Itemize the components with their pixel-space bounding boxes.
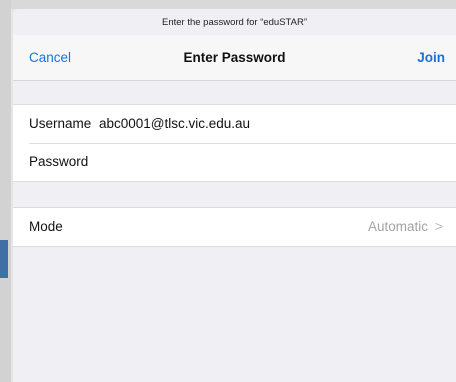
navigation-bar: Cancel Enter Password Join (13, 35, 456, 81)
username-row[interactable]: Username abc0001@tlsc.vic.edu.au (13, 105, 456, 143)
password-prompt: Enter the password for “eduSTAR” (161, 17, 308, 28)
password-label: Password (29, 154, 89, 169)
background-sidebar-strip (0, 0, 11, 382)
mode-row[interactable]: Mode Automatic > (13, 208, 456, 246)
password-row[interactable]: Password (13, 143, 456, 181)
chevron-right-icon: > (434, 218, 443, 234)
password-field[interactable] (99, 149, 443, 177)
mode-label: Mode (29, 219, 63, 234)
username-field[interactable]: abc0001@tlsc.vic.edu.au (99, 116, 250, 131)
join-button[interactable]: Join (417, 50, 445, 65)
mode-value: Automatic (367, 219, 428, 234)
mode-group: Mode Automatic > (13, 207, 456, 247)
username-label: Username (29, 116, 92, 131)
background-header-strip (0, 0, 456, 9)
password-sheet: Enter the password for “eduSTAR” Cancel … (13, 9, 456, 382)
page-title: Enter Password (183, 50, 286, 65)
background-selected-item (0, 240, 8, 278)
credentials-group: Username abc0001@tlsc.vic.edu.au Passwor… (13, 104, 456, 182)
